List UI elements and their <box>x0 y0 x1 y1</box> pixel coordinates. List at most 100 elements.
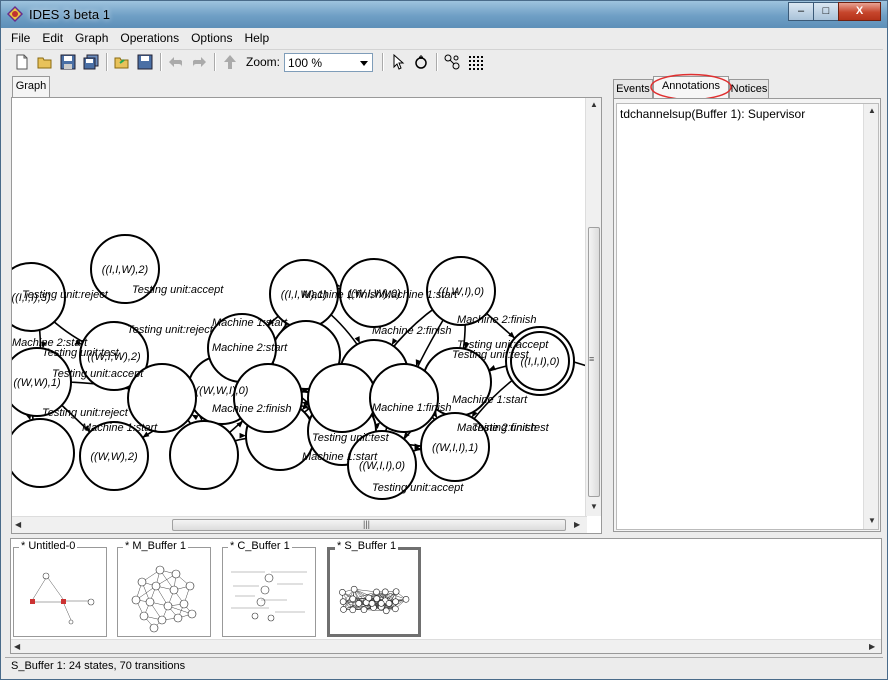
scroll-right-arrow-icon[interactable]: ▶ <box>869 642 875 651</box>
scroll-left-arrow-icon[interactable]: ◀ <box>14 642 20 651</box>
grid-icon <box>469 56 484 70</box>
transition-label: Machine 2:finish <box>457 422 537 434</box>
grid-button[interactable] <box>464 51 486 73</box>
save-button[interactable] <box>57 51 79 73</box>
annotations-text-area[interactable]: tdchannelsup(Buffer 1): Supervisor ▲ ▼ <box>616 103 879 530</box>
save-all-button[interactable] <box>80 51 102 73</box>
automaton-graph[interactable]: ((I,I,W),2)((I,I,I),3) ((I,I,W),1) ((W,I,W… <box>12 98 587 516</box>
tab-notices[interactable]: Notices <box>729 79 769 98</box>
thumbnail-c-buffer-1[interactable]: * C_Buffer 1 <box>222 540 316 637</box>
save-workspace-icon <box>137 54 153 70</box>
thumbnail-label: * M_Buffer 1 <box>123 540 188 552</box>
redo-button[interactable] <box>188 51 210 73</box>
transition-label: Machine 2:finish <box>212 403 292 415</box>
thumbnail-node <box>169 585 179 595</box>
state-node[interactable] <box>307 363 377 433</box>
thumbnail-node <box>385 600 393 607</box>
thumbnail-node <box>392 605 399 613</box>
move-up-button[interactable] <box>219 51 241 73</box>
open-button[interactable] <box>34 51 56 73</box>
scroll-up-arrow-icon[interactable]: ▲ <box>868 106 876 115</box>
create-state-icon <box>415 55 427 69</box>
thumbnail-node <box>349 606 357 614</box>
menu-operations[interactable]: Operations <box>114 29 185 49</box>
transition-label: Machine 2:finish <box>372 325 452 337</box>
menu-options[interactable]: Options <box>185 29 238 49</box>
app-window: IDES 3 beta 1 – □ X File Edit Graph Oper… <box>0 0 888 680</box>
title-bar[interactable]: IDES 3 beta 1 – □ X <box>1 1 887 28</box>
thumbnail-m-buffer-1[interactable]: * M_Buffer 1 <box>117 540 211 637</box>
thumbnail-untitled-0[interactable]: * Untitled-0 <box>13 540 107 637</box>
edge-arrowhead <box>191 414 199 421</box>
transition-label: Testing unit:test <box>42 347 120 359</box>
scroll-down-arrow-icon[interactable]: ▼ <box>590 502 598 511</box>
thumbnail-node <box>151 581 161 591</box>
scroll-up-arrow-icon[interactable]: ▲ <box>590 100 598 109</box>
toolbar-separator <box>214 53 216 71</box>
tab-events[interactable]: Events <box>613 79 653 98</box>
state-node[interactable] <box>369 363 439 433</box>
transition-label: Testing unit:reject <box>42 407 129 419</box>
close-button[interactable]: X <box>838 2 881 21</box>
state-label: ((W,I,I),1) <box>432 442 478 454</box>
tab-graph[interactable]: Graph <box>12 76 50 97</box>
scroll-left-arrow-icon[interactable]: ◀ <box>15 520 21 529</box>
undo-button[interactable] <box>165 51 187 73</box>
maximize-button[interactable]: □ <box>813 2 839 21</box>
transition-label: Machine 1:start <box>452 394 528 406</box>
menu-edit[interactable]: Edit <box>36 29 69 49</box>
redo-icon <box>193 57 206 67</box>
graph-panel: Graph ((I,I,W),2) ((I,I,I),3) ((I,I,W),1)(… <box>10 76 603 534</box>
undo-icon <box>169 57 182 67</box>
state-node[interactable] <box>169 420 239 490</box>
thumbnail-node <box>349 595 357 603</box>
thumbnail-node <box>149 623 159 633</box>
thumbnail-node <box>157 615 167 625</box>
thumbnail-node <box>145 597 155 607</box>
transition-label: Testing unit:reject <box>22 289 109 301</box>
state-node[interactable] <box>233 363 303 433</box>
scroll-right-arrow-icon[interactable]: ▶ <box>574 520 580 529</box>
properties-panel: Events Annotations Notices tdchannelsup(… <box>611 73 882 533</box>
graph-canvas[interactable]: ((I,I,W),2) ((I,I,I),3) ((I,I,W),1) ((W,I,W… <box>11 97 602 534</box>
new-file-button[interactable] <box>11 51 33 73</box>
create-state-button[interactable] <box>410 51 432 73</box>
thumbnail-label: * S_Buffer 1 <box>335 540 399 552</box>
toolbar-separator <box>436 53 439 71</box>
thumbnail-node <box>382 607 390 615</box>
horizontal-scrollbar[interactable]: ◀ ||| ▶ <box>12 516 587 533</box>
thumbnail-node <box>355 600 363 607</box>
thumbnails-scrollbar[interactable]: ◀ ▶ <box>11 639 881 653</box>
thumbnail-node <box>179 599 189 609</box>
menu-file[interactable]: File <box>5 29 36 49</box>
vertical-scrollbar[interactable]: ▲ ≡ ▼ <box>585 98 601 516</box>
minimize-button[interactable]: – <box>788 2 814 21</box>
thumbnail-node <box>339 598 347 605</box>
menu-help[interactable]: Help <box>238 29 275 49</box>
window-controls: – □ X <box>788 2 881 21</box>
thumbnail-node <box>339 588 346 596</box>
transition-label: Machine 2:finish <box>457 314 537 326</box>
transition-label: Testing unit:test <box>452 349 530 361</box>
menu-bar: File Edit Graph Operations Options Help <box>5 29 883 49</box>
layout-button[interactable] <box>441 51 463 73</box>
thumbnail-s-buffer-1[interactable]: * S_Buffer 1 <box>327 540 421 637</box>
thumbnail-node <box>187 609 197 619</box>
transition-label: Machine 1:start <box>382 289 458 301</box>
menu-graph[interactable]: Graph <box>69 29 114 49</box>
open-workspace-button[interactable] <box>111 51 133 73</box>
open-workspace-icon <box>114 57 129 69</box>
save-workspace-button[interactable] <box>134 51 156 73</box>
layout-icon <box>444 54 460 70</box>
save-icon <box>60 54 76 70</box>
state-node[interactable] <box>12 418 75 488</box>
thumbnail-preview <box>339 585 410 615</box>
grip-icon: ||| <box>363 519 371 529</box>
thumbnail-node <box>373 588 380 596</box>
annotations-scrollbar[interactable]: ▲ ▼ <box>863 104 878 529</box>
select-tool-button[interactable] <box>387 51 409 73</box>
chevron-down-icon <box>360 60 369 66</box>
transition-label: Testing unit:accept <box>372 482 464 494</box>
zoom-select[interactable]: 100 % <box>284 52 374 72</box>
scroll-down-arrow-icon[interactable]: ▼ <box>868 516 876 525</box>
